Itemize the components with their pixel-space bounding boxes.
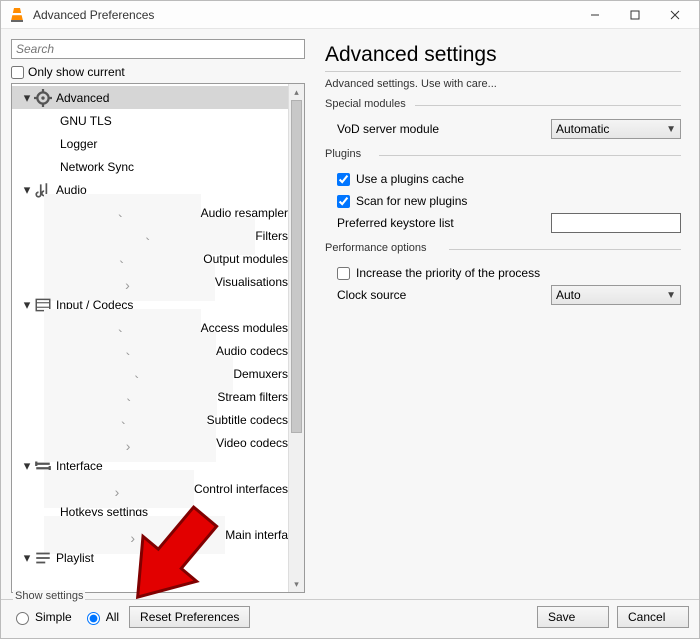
- increase-priority-label: Increase the priority of the process: [356, 266, 540, 280]
- settings-tree: Advanced GNU TLS Logger Network Sync Aud…: [12, 84, 288, 592]
- chevron-down-icon[interactable]: [20, 550, 34, 566]
- use-plugins-cache-label: Use a plugins cache: [356, 172, 464, 186]
- group-title: Performance options: [325, 242, 681, 256]
- chevron-down-icon: ▼: [666, 290, 676, 301]
- tree-label: Advanced: [56, 91, 109, 105]
- maximize-button[interactable]: [615, 3, 655, 27]
- combo-value: Auto: [556, 288, 581, 302]
- gear-icon: [34, 89, 52, 107]
- clock-source-label: Clock source: [337, 288, 406, 302]
- simple-radio-input[interactable]: [16, 612, 29, 625]
- body: Only show current Advanced GNU TLS Logge…: [1, 29, 699, 599]
- chevron-down-icon[interactable]: [20, 297, 34, 313]
- right-panel: Advanced settings Advanced settings. Use…: [311, 29, 699, 599]
- tree-item-gnu-tls[interactable]: GNU TLS: [12, 109, 288, 132]
- vod-label: VoD server module: [337, 122, 439, 136]
- vlc-icon: [9, 7, 25, 23]
- tree-item-control-interfaces[interactable]: Control interfaces: [12, 477, 288, 500]
- all-radio-label: All: [106, 610, 119, 624]
- group-title: Plugins: [325, 148, 681, 162]
- left-panel: Only show current Advanced GNU TLS Logge…: [1, 29, 311, 599]
- footer: Show settings Simple All Reset Preferenc…: [1, 599, 699, 638]
- increase-priority-checkbox[interactable]: [337, 267, 350, 280]
- group-special-modules: Special modules VoD server module Automa…: [325, 98, 681, 140]
- show-settings-label: Show settings: [13, 590, 85, 602]
- group-plugins: Plugins Use a plugins cache Scan for new…: [325, 148, 681, 234]
- cancel-button[interactable]: Cancel: [617, 606, 689, 628]
- clock-source-combo[interactable]: Auto ▼: [551, 285, 681, 305]
- tree-item-advanced[interactable]: Advanced: [12, 86, 288, 109]
- scan-new-plugins-checkbox[interactable]: [337, 195, 350, 208]
- chevron-down-icon: ▼: [666, 124, 676, 135]
- simple-radio[interactable]: Simple: [11, 609, 72, 625]
- all-radio[interactable]: All: [82, 609, 119, 625]
- playlist-icon: [34, 549, 52, 567]
- save-button[interactable]: Save: [537, 606, 609, 628]
- page-title: Advanced settings: [325, 43, 681, 67]
- scroll-track[interactable]: [289, 100, 304, 576]
- divider: [325, 71, 681, 72]
- reset-preferences-button[interactable]: Reset Preferences: [129, 606, 250, 628]
- page-subtitle: Advanced settings. Use with care...: [325, 78, 681, 90]
- tree-item-video-codecs[interactable]: Video codecs: [12, 431, 288, 454]
- window-title: Advanced Preferences: [33, 8, 575, 22]
- chevron-down-icon[interactable]: [20, 458, 34, 474]
- all-radio-input[interactable]: [87, 612, 100, 625]
- keystore-label: Preferred keystore list: [337, 216, 454, 230]
- scroll-thumb[interactable]: [291, 100, 302, 433]
- group-title: Special modules: [325, 98, 681, 112]
- use-plugins-cache-checkbox[interactable]: [337, 173, 350, 186]
- search-input[interactable]: [11, 39, 305, 59]
- tree-wrap: Advanced GNU TLS Logger Network Sync Aud…: [11, 83, 305, 593]
- tree-item-logger[interactable]: Logger: [12, 132, 288, 155]
- combo-value: Automatic: [556, 122, 609, 136]
- scan-new-plugins-label: Scan for new plugins: [356, 194, 467, 208]
- keystore-input[interactable]: [551, 213, 681, 233]
- tree-item-main-interfaces[interactable]: Main interfa: [12, 523, 288, 546]
- titlebar: Advanced Preferences: [1, 1, 699, 29]
- only-show-current-label: Only show current: [28, 65, 125, 79]
- tree-scrollbar[interactable]: ▴ ▾: [288, 84, 304, 592]
- scroll-up-icon[interactable]: ▴: [289, 84, 304, 100]
- close-button[interactable]: [655, 3, 695, 27]
- minimize-button[interactable]: [575, 3, 615, 27]
- only-show-current-checkbox[interactable]: [11, 66, 24, 79]
- only-show-current[interactable]: Only show current: [11, 65, 305, 79]
- tree-item-visualisations[interactable]: Visualisations: [12, 270, 288, 293]
- scroll-down-icon[interactable]: ▾: [289, 576, 304, 592]
- group-performance: Performance options Increase the priorit…: [325, 242, 681, 306]
- vod-server-combo[interactable]: Automatic ▼: [551, 119, 681, 139]
- simple-radio-label: Simple: [35, 610, 72, 624]
- tree-item-network-sync[interactable]: Network Sync: [12, 155, 288, 178]
- preferences-window: Advanced Preferences Only show current A…: [0, 0, 700, 639]
- chevron-down-icon[interactable]: [20, 90, 34, 106]
- chevron-down-icon[interactable]: [20, 182, 34, 198]
- tree-item-playlist[interactable]: Playlist: [12, 546, 288, 569]
